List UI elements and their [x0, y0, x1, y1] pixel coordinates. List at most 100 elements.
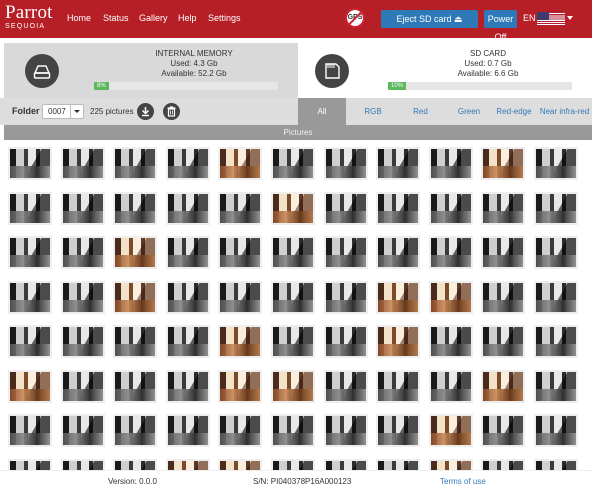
picture-thumbnail[interactable]	[534, 325, 578, 358]
picture-thumbnail[interactable]	[481, 192, 525, 225]
nav-status[interactable]: Status	[103, 13, 129, 23]
picture-thumbnail[interactable]	[61, 414, 105, 447]
picture-thumbnail[interactable]	[113, 147, 157, 180]
tab-all[interactable]: All	[298, 98, 346, 125]
picture-thumbnail[interactable]	[8, 459, 52, 470]
picture-thumbnail[interactable]	[218, 281, 262, 314]
picture-thumbnail[interactable]	[271, 459, 315, 470]
picture-thumbnail[interactable]	[61, 459, 105, 470]
picture-thumbnail[interactable]	[324, 236, 368, 269]
picture-thumbnail[interactable]	[218, 192, 262, 225]
picture-thumbnail[interactable]	[429, 147, 473, 180]
picture-thumbnail[interactable]	[376, 414, 420, 447]
picture-thumbnail[interactable]	[113, 325, 157, 358]
picture-thumbnail[interactable]	[8, 325, 52, 358]
picture-thumbnail[interactable]	[166, 459, 210, 470]
picture-thumbnail[interactable]	[113, 236, 157, 269]
picture-thumbnail[interactable]	[429, 325, 473, 358]
picture-thumbnail[interactable]	[534, 370, 578, 403]
picture-thumbnail[interactable]	[61, 147, 105, 180]
picture-thumbnail[interactable]	[271, 281, 315, 314]
chevron-down-icon[interactable]	[567, 16, 573, 20]
picture-thumbnail[interactable]	[324, 192, 368, 225]
picture-thumbnail[interactable]	[8, 281, 52, 314]
picture-thumbnail[interactable]	[534, 281, 578, 314]
picture-thumbnail[interactable]	[166, 147, 210, 180]
picture-thumbnail[interactable]	[271, 325, 315, 358]
picture-thumbnail[interactable]	[166, 370, 210, 403]
picture-thumbnail[interactable]	[534, 414, 578, 447]
picture-thumbnail[interactable]	[218, 459, 262, 470]
picture-thumbnail[interactable]	[113, 459, 157, 470]
picture-thumbnail[interactable]	[166, 236, 210, 269]
picture-thumbnail[interactable]	[8, 370, 52, 403]
picture-thumbnail[interactable]	[324, 370, 368, 403]
folder-select[interactable]: 0007	[42, 104, 84, 119]
picture-thumbnail[interactable]	[534, 459, 578, 470]
brand-logo[interactable]: Parrot SEQUOIA	[5, 3, 53, 30]
picture-thumbnail[interactable]	[534, 236, 578, 269]
picture-thumbnail[interactable]	[271, 147, 315, 180]
picture-thumbnail[interactable]	[166, 192, 210, 225]
picture-thumbnail[interactable]	[376, 192, 420, 225]
picture-thumbnail[interactable]	[8, 414, 52, 447]
language-code[interactable]: EN	[523, 13, 536, 23]
picture-thumbnail[interactable]	[218, 414, 262, 447]
picture-thumbnail[interactable]	[113, 370, 157, 403]
download-button[interactable]	[137, 103, 154, 120]
picture-thumbnail[interactable]	[8, 147, 52, 180]
picture-thumbnail[interactable]	[324, 281, 368, 314]
picture-thumbnail[interactable]	[429, 414, 473, 447]
tab-red[interactable]: Red	[403, 98, 438, 125]
picture-thumbnail[interactable]	[218, 147, 262, 180]
tab-rgb[interactable]: RGB	[353, 98, 393, 125]
picture-thumbnail[interactable]	[271, 414, 315, 447]
picture-thumbnail[interactable]	[429, 192, 473, 225]
picture-thumbnail[interactable]	[376, 147, 420, 180]
eject-sd-button[interactable]: Eject SD card ⏏	[381, 10, 478, 28]
picture-thumbnail[interactable]	[324, 459, 368, 470]
nav-home[interactable]: Home	[67, 13, 91, 23]
tab-near-infra-red[interactable]: Near infra-red	[537, 98, 592, 125]
picture-thumbnail[interactable]	[8, 192, 52, 225]
picture-thumbnail[interactable]	[324, 147, 368, 180]
picture-thumbnail[interactable]	[166, 414, 210, 447]
picture-thumbnail[interactable]	[271, 192, 315, 225]
picture-thumbnail[interactable]	[534, 192, 578, 225]
nav-gallery[interactable]: Gallery	[139, 13, 168, 23]
picture-thumbnail[interactable]	[429, 459, 473, 470]
power-off-button[interactable]: Power Off	[484, 10, 517, 42]
picture-thumbnail[interactable]	[61, 281, 105, 314]
picture-thumbnail[interactable]	[61, 192, 105, 225]
picture-thumbnail[interactable]	[376, 236, 420, 269]
picture-thumbnail[interactable]	[324, 325, 368, 358]
picture-thumbnail[interactable]	[481, 236, 525, 269]
picture-thumbnail[interactable]	[218, 236, 262, 269]
picture-thumbnail[interactable]	[429, 370, 473, 403]
picture-thumbnail[interactable]	[166, 281, 210, 314]
terms-of-use-link[interactable]: Terms of use	[440, 477, 486, 486]
picture-thumbnail[interactable]	[481, 414, 525, 447]
picture-thumbnail[interactable]	[481, 281, 525, 314]
picture-thumbnail[interactable]	[376, 370, 420, 403]
picture-thumbnail[interactable]	[61, 325, 105, 358]
picture-thumbnail[interactable]	[166, 325, 210, 358]
picture-thumbnail[interactable]	[376, 325, 420, 358]
picture-thumbnail[interactable]	[61, 370, 105, 403]
picture-thumbnail[interactable]	[324, 414, 368, 447]
tab-red-edge[interactable]: Red-edge	[493, 98, 535, 125]
picture-thumbnail[interactable]	[8, 236, 52, 269]
picture-thumbnail[interactable]	[429, 236, 473, 269]
picture-thumbnail[interactable]	[481, 325, 525, 358]
nav-settings[interactable]: Settings	[208, 13, 241, 23]
picture-thumbnail[interactable]	[61, 236, 105, 269]
picture-thumbnail[interactable]	[218, 370, 262, 403]
tab-green[interactable]: Green	[448, 98, 490, 125]
picture-thumbnail[interactable]	[218, 325, 262, 358]
picture-thumbnail[interactable]	[376, 459, 420, 470]
delete-button[interactable]	[163, 103, 180, 120]
picture-thumbnail[interactable]	[113, 281, 157, 314]
nav-help[interactable]: Help	[178, 13, 197, 23]
picture-thumbnail[interactable]	[271, 370, 315, 403]
picture-thumbnail[interactable]	[481, 147, 525, 180]
